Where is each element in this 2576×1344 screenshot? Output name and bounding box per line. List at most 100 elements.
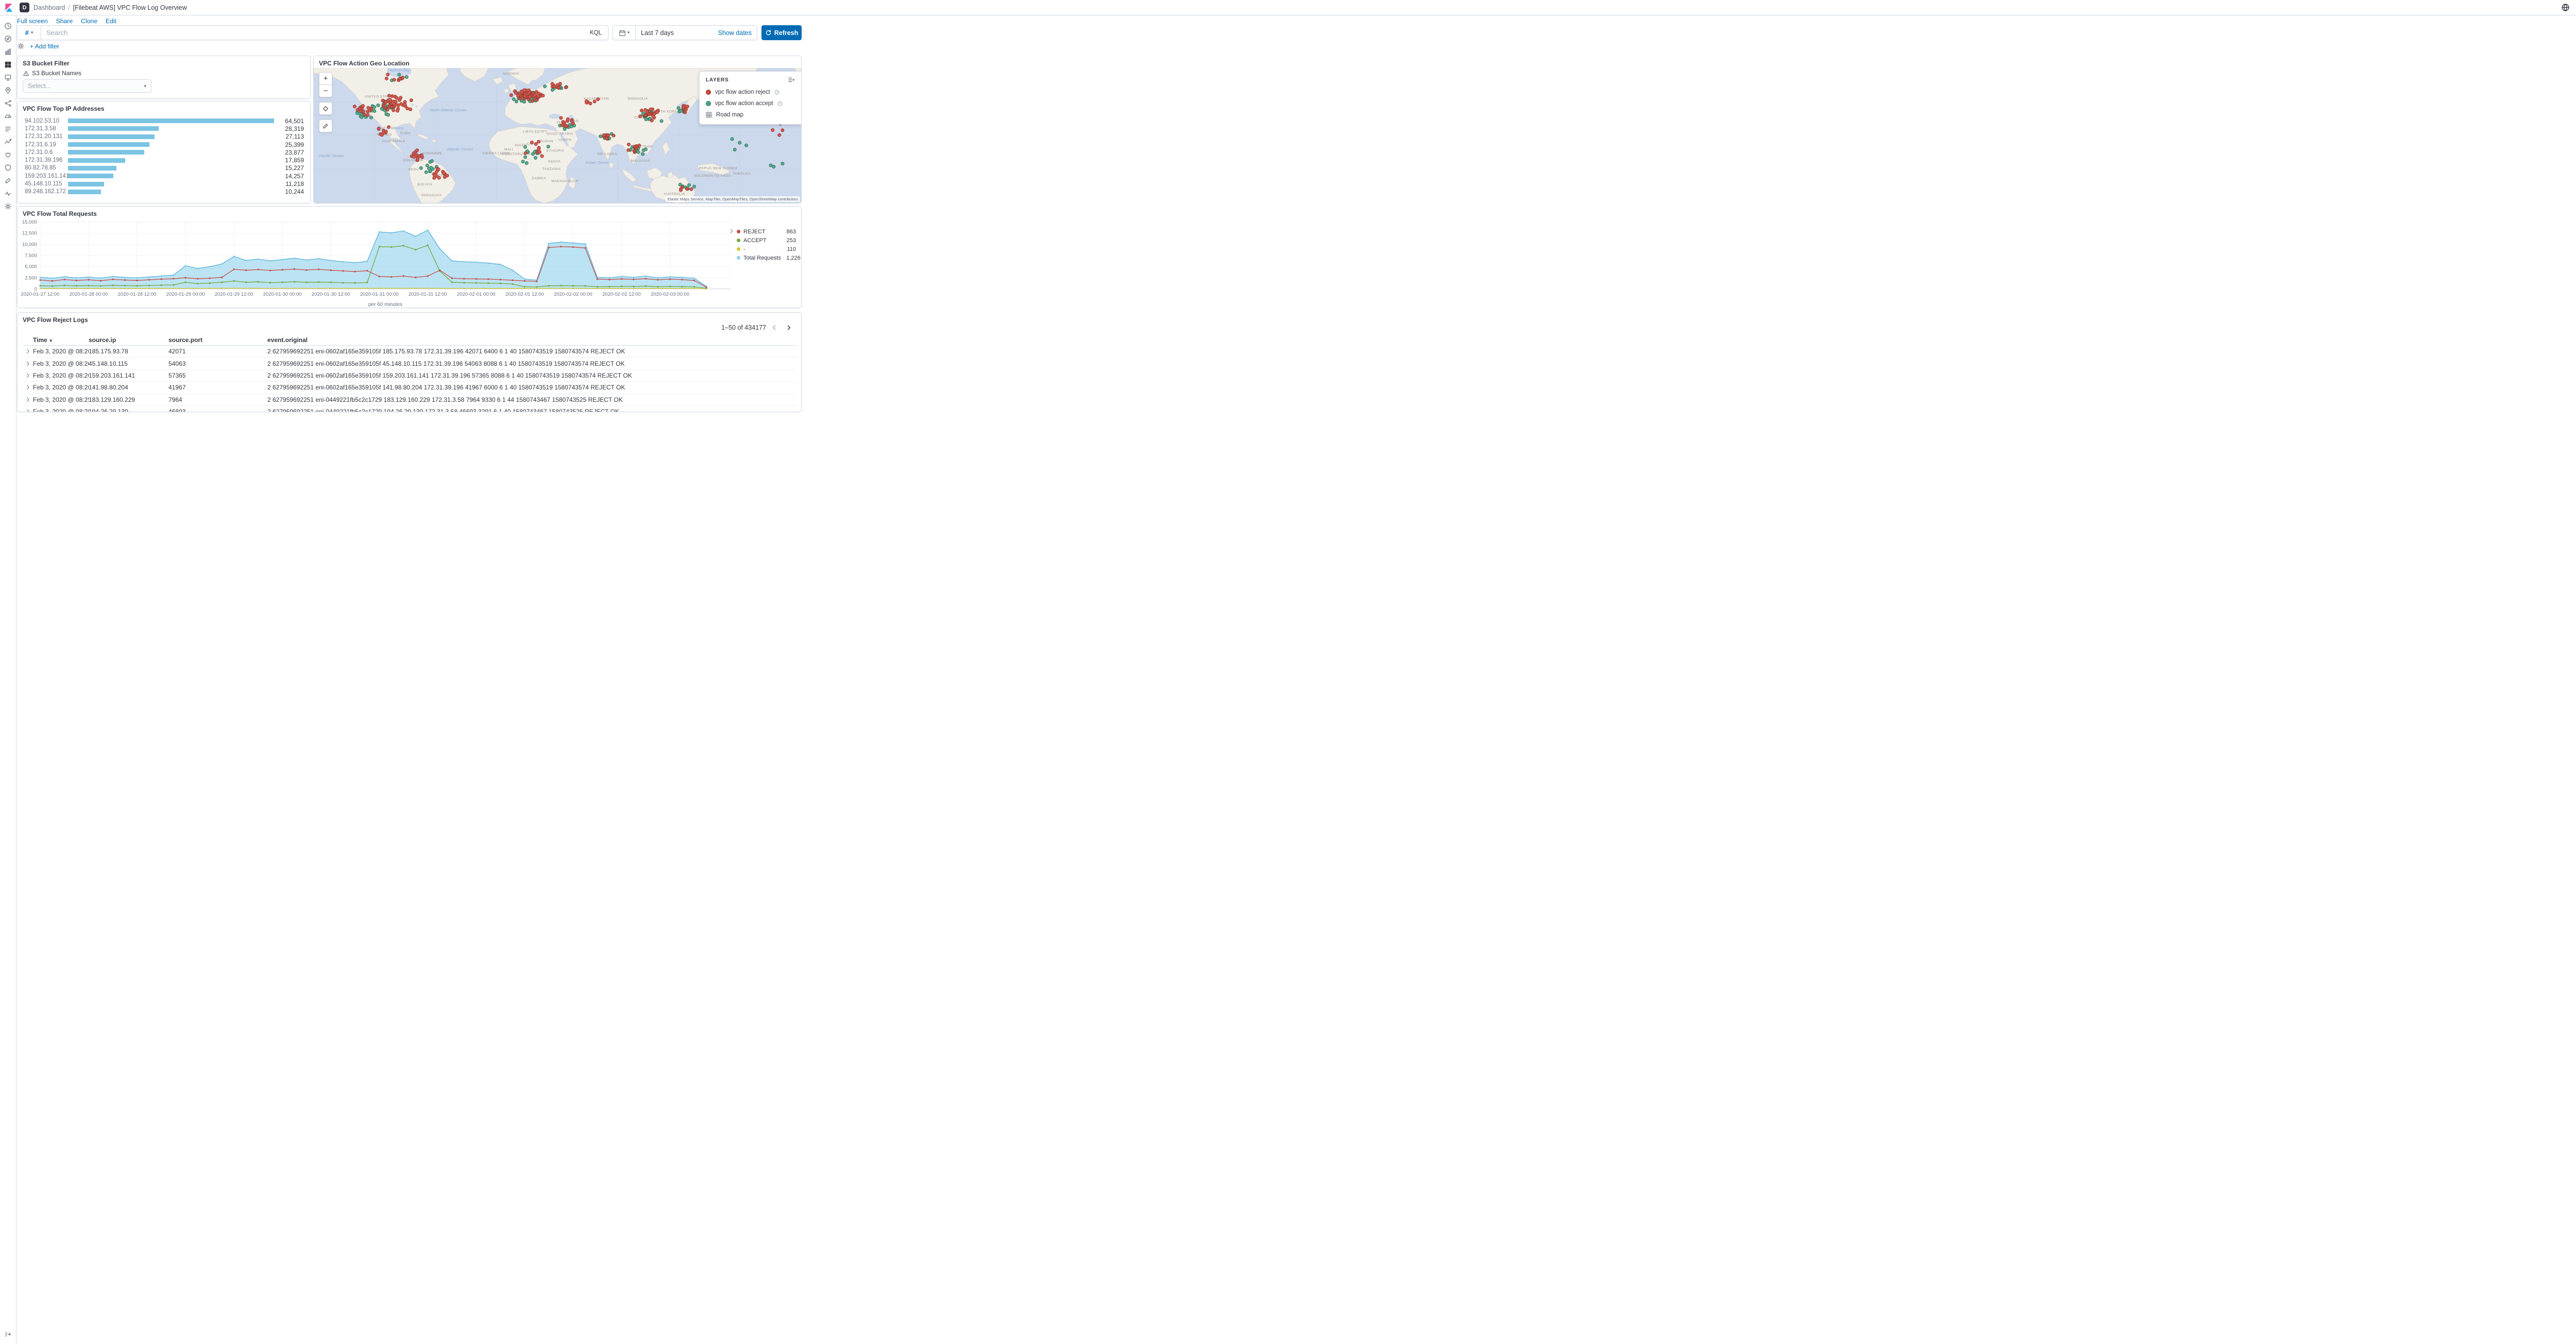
expand-row-button[interactable] [23, 372, 33, 379]
legend-item[interactable]: ACCEPT 253 [737, 236, 796, 245]
set-view-button[interactable] [319, 102, 332, 115]
layer-item-vpc-flow-action-accept[interactable]: vpc flow action accept [700, 98, 801, 109]
map-attribution[interactable]: Elastic Maps Service, MapTiler, OpenMapT… [665, 196, 800, 202]
time-range-label[interactable]: Last 7 days [636, 29, 718, 37]
bar-row[interactable]: 172.31.20.131 27,113 [25, 133, 304, 141]
kibana-logo-icon[interactable] [0, 0, 18, 15]
saved-query-menu-button[interactable]: # ▾ [18, 26, 41, 40]
breadcrumb-section[interactable]: Dashboard [33, 4, 65, 11]
bar[interactable] [68, 134, 155, 139]
sidebar-item-apm[interactable] [0, 135, 16, 148]
sidebar-item-logs[interactable] [0, 123, 16, 135]
column-header-event-original[interactable]: event.original [267, 336, 796, 344]
bar-category-label: 172.31.3.58 [25, 125, 56, 132]
sidebar-item-maps[interactable] [0, 84, 16, 97]
panel-title[interactable]: VPC Flow Reject Logs [18, 313, 801, 325]
legend-toggle-button[interactable] [728, 228, 734, 234]
sidebar-item-metrics[interactable] [0, 110, 16, 123]
sidebar-item-visualize[interactable] [0, 45, 16, 58]
menu-link-full-screen[interactable]: Full screen [17, 18, 48, 25]
bar-row[interactable]: 94.102.53.10 64,501 [25, 117, 304, 125]
expand-row-button[interactable] [23, 348, 33, 354]
bar[interactable] [68, 181, 104, 186]
next-page-button[interactable] [783, 321, 795, 334]
dashboard-menu: Full screen Share Clone Edit [17, 18, 116, 25]
chevron-down-icon: ▾ [144, 83, 146, 89]
grid-icon [706, 112, 712, 118]
bar-row[interactable]: 80.82.78.85 15,227 [25, 164, 304, 172]
sidebar-item-dev-tools[interactable] [0, 174, 16, 187]
bar-row[interactable]: 172.31.3.58 28,319 [25, 125, 304, 132]
menu-link-share[interactable]: Share [56, 18, 73, 25]
sidebar-item-uptime[interactable] [0, 148, 16, 161]
draw-tool-icon [323, 124, 328, 129]
bar[interactable] [68, 165, 117, 171]
zoom-out-button[interactable]: − [319, 84, 332, 97]
bar-category-label: 172.31.39.196 [25, 157, 63, 164]
layer-label: Road map [716, 112, 744, 118]
bar-row[interactable]: 45.148.10.115 11,218 [25, 180, 304, 188]
map-tools-button[interactable] [319, 120, 332, 132]
bar-row[interactable]: 172.31.39.196 17,859 [25, 156, 304, 164]
svg-text:COLOMBIA: COLOMBIA [403, 159, 423, 162]
search-input[interactable] [41, 29, 584, 37]
calendar-button[interactable]: ▾ [613, 26, 636, 40]
bar[interactable] [68, 158, 125, 163]
collapse-sidebar-button[interactable] [0, 1329, 16, 1340]
sidebar-item-discover[interactable] [0, 32, 16, 45]
bar[interactable] [68, 126, 159, 131]
s3-bucket-select[interactable]: Select... ▾ [23, 79, 151, 93]
bar-row[interactable]: 172.31.0.6 23,877 [25, 148, 304, 156]
svg-text:SURINAME: SURINAME [422, 152, 442, 156]
panel-title[interactable]: S3 Bucket Filter [18, 56, 310, 69]
legend-item[interactable]: Total Requests 1,226 [737, 253, 801, 262]
sidebar-item-dashboard[interactable] [0, 58, 16, 71]
zoom-in-button[interactable]: + [319, 72, 332, 85]
bar[interactable] [68, 174, 114, 179]
expand-row-button[interactable] [23, 397, 33, 403]
total-requests-chart[interactable]: 2020-01-27 12:00 2020-01-28 00:00 2020-01-… [19, 218, 735, 308]
add-filter-link[interactable]: + Add filter [30, 43, 59, 50]
legend-color-dot [737, 256, 740, 260]
bar[interactable] [68, 189, 101, 194]
panel-title[interactable]: VPC Flow Top IP Addresses [18, 101, 310, 114]
world-map[interactable]: Hudson Bay North Atlantic Ocean Atlantic O… [314, 68, 801, 203]
menu-link-clone[interactable]: Clone [81, 18, 97, 25]
column-header-source-port[interactable]: source.port [168, 336, 267, 344]
sidebar-item-machine-learning[interactable] [0, 97, 16, 110]
sidebar-item-stack-monitoring[interactable] [0, 187, 16, 200]
user-menu-button[interactable] [2560, 2, 2571, 13]
sidebar-item-canvas[interactable] [0, 71, 16, 84]
layer-item-Road-map[interactable]: Road map [700, 109, 801, 121]
panel-title[interactable]: VPC Flow Total Requests [18, 207, 801, 219]
collapse-layers-icon[interactable] [788, 76, 795, 83]
bar-row[interactable]: 89.248.162.172 10,244 [25, 188, 304, 196]
expand-row-button[interactable] [23, 384, 33, 390]
svg-text:2020-01-30 12:00: 2020-01-30 12:00 [312, 292, 350, 297]
bar[interactable] [68, 150, 145, 155]
sidebar-item-management[interactable] [0, 200, 16, 213]
previous-page-button[interactable] [768, 321, 781, 334]
table-row: Feb 3, 2020 @ 08:25:25.000183.129.160.22… [23, 394, 796, 406]
panel-title[interactable]: VPC Flow Action Geo Location [314, 56, 801, 69]
filter-options-button[interactable] [17, 42, 25, 50]
show-dates-link[interactable]: Show dates [718, 29, 757, 37]
svg-text:2020-02-01 12:00: 2020-02-01 12:00 [505, 292, 544, 297]
bar-row[interactable]: 172.31.6.19 25,399 [25, 141, 304, 148]
layer-item-vpc-flow-action-reject[interactable]: vpc flow action reject [700, 87, 801, 98]
expand-row-button[interactable] [23, 361, 33, 367]
menu-link-edit[interactable]: Edit [106, 18, 116, 25]
sidebar-item-siem[interactable] [0, 161, 16, 174]
bar[interactable] [68, 118, 274, 124]
kql-label[interactable]: KQL [584, 30, 608, 36]
bar-track [68, 189, 274, 194]
bar[interactable] [68, 142, 149, 147]
legend-item[interactable]: - 110 [737, 245, 796, 253]
column-header-source-ip[interactable]: source.ip [89, 336, 168, 344]
legend-item[interactable]: REJECT 863 [737, 227, 796, 236]
refresh-button[interactable]: Refresh [761, 25, 802, 40]
bar-row[interactable]: 159.203.161.141 14,257 [25, 172, 304, 180]
column-header-Time[interactable]: Time ▼ [33, 336, 89, 344]
sidebar-item-recently-viewed[interactable] [0, 20, 16, 32]
expand-row-button[interactable] [23, 409, 33, 412]
